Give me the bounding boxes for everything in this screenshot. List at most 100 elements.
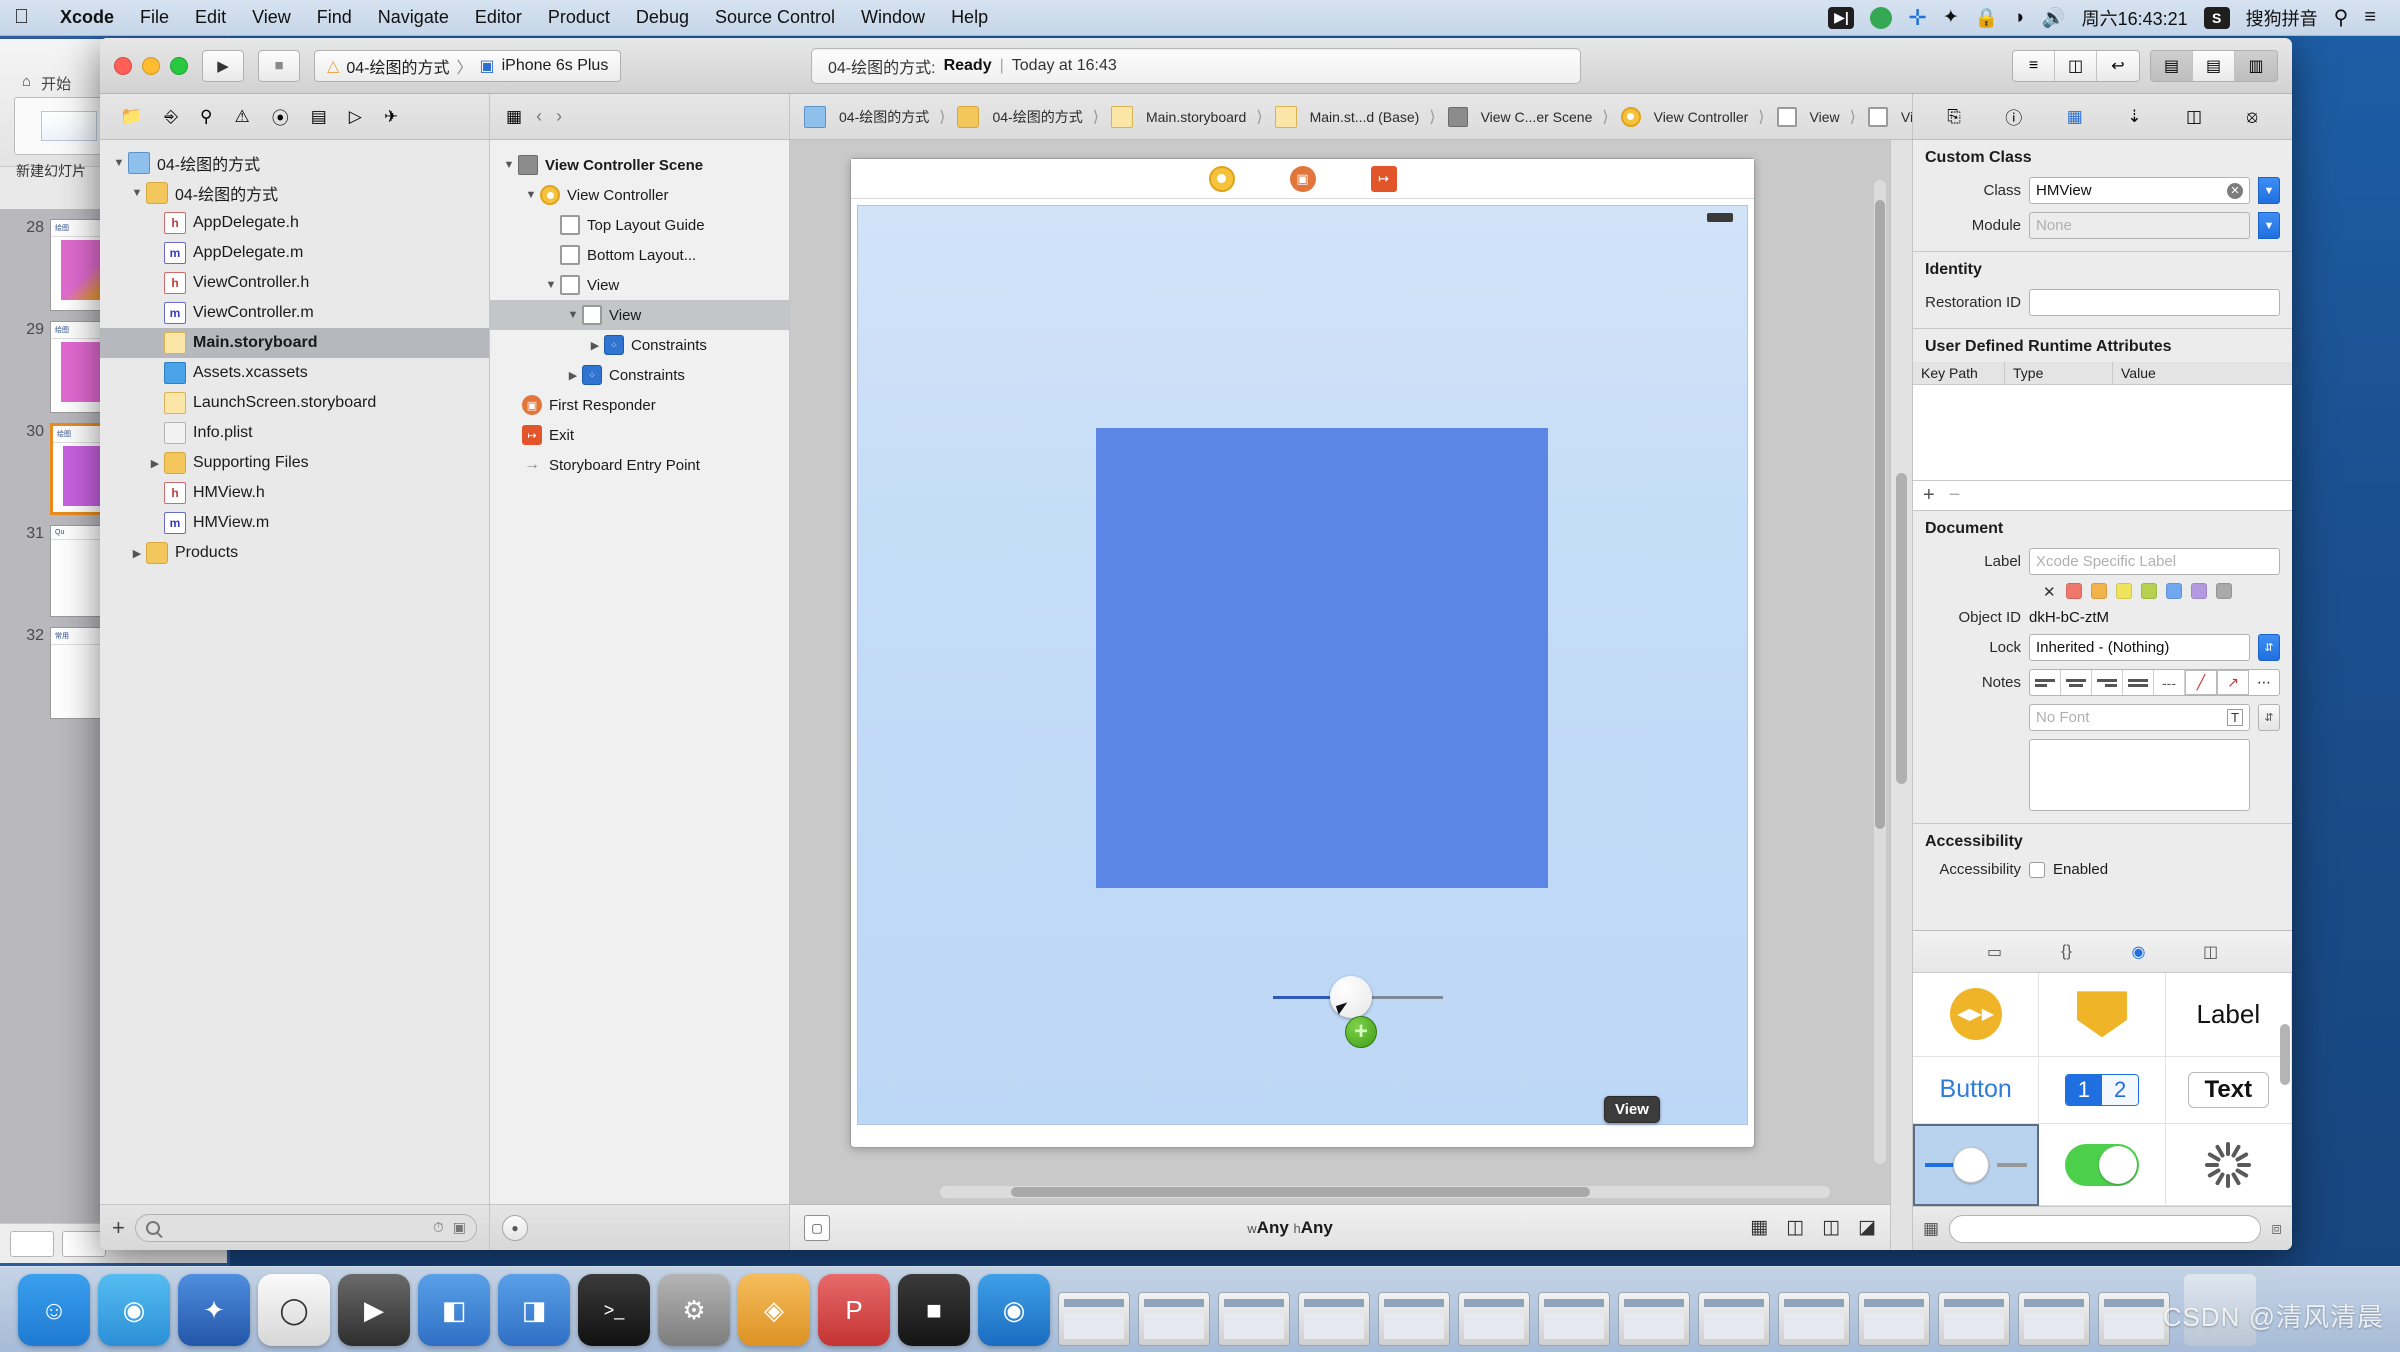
- accessibility-row[interactable]: Accessibility Enabled: [1913, 857, 2292, 882]
- outline-grid-icon[interactable]: ▦: [506, 107, 522, 127]
- class-input[interactable]: HMView ✕: [2029, 177, 2250, 204]
- library-resize-icon[interactable]: ⧈: [2271, 1219, 2282, 1239]
- dock-window-thumbnail[interactable]: [1138, 1292, 1210, 1346]
- line-spacing-icon[interactable]: ---: [2154, 670, 2185, 695]
- window-controls[interactable]: [114, 56, 188, 75]
- notes-textarea[interactable]: [2029, 739, 2250, 811]
- scene-dock[interactable]: ▣ ↦: [851, 159, 1754, 199]
- wifi-icon[interactable]: ◗: [2014, 7, 2025, 29]
- menu-item-edit[interactable]: Edit: [182, 7, 239, 28]
- restoration-id-row[interactable]: Restoration ID: [1913, 285, 2292, 320]
- swatch-blue[interactable]: [2166, 583, 2182, 599]
- disclosure-triangle-icon[interactable]: ▶: [146, 457, 164, 470]
- scheme-selector[interactable]: △ 04-绘图的方式 〉 ▣ iPhone 6s Plus: [314, 49, 622, 82]
- notes-font-field[interactable]: No Font T: [2029, 704, 2250, 731]
- align-icon[interactable]: ◫: [1786, 1216, 1804, 1239]
- canvas-footer-bar[interactable]: ▢ wAny hAny ▦ ◫ ◫ ◪: [790, 1204, 1890, 1250]
- no-color-icon[interactable]: ✕: [2043, 583, 2057, 601]
- lock-stepper-icon[interactable]: ⇵: [2258, 634, 2280, 661]
- titlebar-right-controls[interactable]: ≡ ◫ ↩ ▤ ▤ ▥: [2012, 49, 2278, 82]
- view-controller-dock-icon[interactable]: [1208, 165, 1235, 192]
- inspector-content[interactable]: Custom Class Class HMView ✕ ▼ Module Non…: [1913, 140, 2292, 930]
- tree-row-viewcontroller-h[interactable]: h ViewController.h: [100, 268, 489, 298]
- tree-row-assets[interactable]: Assets.xcassets: [100, 358, 489, 388]
- breadcrumb-view-outer[interactable]: View ⟩: [1773, 106, 1864, 127]
- notes-font-row[interactable]: No Font T ⇵: [1913, 700, 2292, 735]
- auto-layout-icon[interactable]: ▦: [1750, 1216, 1768, 1239]
- library-object-grid[interactable]: ◀▶▶ Label Button 12 Text: [1913, 973, 2292, 1206]
- clock-icon[interactable]: ⏱: [433, 1219, 444, 1236]
- identity-inspector-icon[interactable]: ▦: [2067, 107, 2083, 127]
- dock-window-thumbnail[interactable]: [1698, 1292, 1770, 1346]
- library-item-slider[interactable]: [1913, 1124, 2040, 1206]
- quick-help-icon[interactable]: ⓘ: [2005, 104, 2022, 129]
- dock-window-thumbnail[interactable]: [1618, 1292, 1690, 1346]
- standard-editor-button[interactable]: ≡: [2013, 50, 2055, 81]
- tree-row-appdelegate-m[interactable]: m AppDelegate.m: [100, 238, 489, 268]
- project-file-tree[interactable]: ▼ 04-绘图的方式 ▼ 04-绘图的方式 h AppDelegate.h m AppD…: [100, 140, 489, 1204]
- connections-inspector-icon[interactable]: ⦻: [2246, 107, 2257, 127]
- align-justify-icon[interactable]: [2123, 670, 2154, 695]
- interface-builder-canvas-area[interactable]: ▣ ↦ + ▢ wAny hAny ▦ ◫ ◫ ◪: [790, 140, 1890, 1250]
- size-class-indicator[interactable]: wAny hAny: [1247, 1218, 1333, 1238]
- minimize-button[interactable]: [142, 56, 160, 75]
- library-item-label[interactable]: Label: [2165, 973, 2292, 1057]
- canvas-vertical-scrollbar[interactable]: [1874, 180, 1886, 1164]
- library-item-activity-indicator[interactable]: [2165, 1124, 2292, 1206]
- menu-item-xcode[interactable]: Xcode: [47, 7, 127, 28]
- breadcrumb-project[interactable]: 04-绘图的方式 ⟩: [800, 105, 953, 128]
- module-row[interactable]: Module None ▼: [1913, 208, 2292, 243]
- macos-menu-bar[interactable]:  Xcode File Edit View Find Navigate Edi…: [0, 0, 2400, 36]
- run-button[interactable]: ▶: [202, 49, 244, 82]
- editor-vertical-scrollbar[interactable]: [1890, 140, 1912, 1250]
- dock-icon-sketch[interactable]: ◈: [738, 1274, 810, 1346]
- breakpoint-navigator-icon[interactable]: ▷: [349, 107, 362, 127]
- file-inspector-icon[interactable]: ⎘: [1947, 107, 1961, 127]
- dock-icon-media-app[interactable]: ◉: [978, 1274, 1050, 1346]
- source-control-navigator-icon[interactable]: ⎆: [164, 107, 178, 127]
- add-file-button[interactable]: +: [112, 1215, 125, 1241]
- outline-row-scene[interactable]: ▼ View Controller Scene: [490, 150, 789, 180]
- tree-row-products[interactable]: ▶ Products: [100, 538, 489, 568]
- scrollbar-thumb[interactable]: [1896, 473, 1907, 784]
- lock-row[interactable]: Lock Inherited - (Nothing) ⇵: [1913, 630, 2292, 665]
- disclosure-triangle-icon[interactable]: ▶: [128, 547, 146, 560]
- module-input[interactable]: None: [2029, 212, 2250, 239]
- file-template-library-icon[interactable]: ▭: [1982, 939, 2008, 965]
- dock-icon-terminal[interactable]: >_: [578, 1274, 650, 1346]
- tree-row-supporting-files[interactable]: ▶ Supporting Files: [100, 448, 489, 478]
- library-scrollbar[interactable]: [2280, 1024, 2290, 1085]
- outline-row-view-controller[interactable]: ▼ View Controller: [490, 180, 789, 210]
- ime-badge-icon[interactable]: S: [2203, 6, 2230, 29]
- tree-row-viewcontroller-m[interactable]: m ViewController.m: [100, 298, 489, 328]
- library-item-video-player[interactable]: ◀▶▶: [1913, 973, 2040, 1057]
- attributes-inspector-icon[interactable]: ⇣: [2127, 107, 2141, 127]
- notes-format-toolbar[interactable]: --- ╱ ↗ ⋯: [2029, 669, 2280, 696]
- add-runtime-attribute-button[interactable]: +: [1923, 484, 1935, 507]
- outline-row-constraints-inner[interactable]: ▶ ⁘ Constraints: [490, 330, 789, 360]
- tree-row-appdelegate-h[interactable]: h AppDelegate.h: [100, 208, 489, 238]
- tree-row-group[interactable]: ▼ 04-绘图的方式: [100, 178, 489, 208]
- menu-item-find[interactable]: Find: [304, 7, 365, 28]
- dock-window-thumbnail[interactable]: [1938, 1292, 2010, 1346]
- project-navigator[interactable]: ▼ 04-绘图的方式 ▼ 04-绘图的方式 h AppDelegate.h m AppD…: [100, 140, 490, 1250]
- menu-item-navigate[interactable]: Navigate: [365, 7, 462, 28]
- symbol-navigator-icon[interactable]: ⚲: [200, 107, 212, 127]
- breadcrumb-group[interactable]: 04-绘图的方式 ⟩: [953, 105, 1106, 128]
- auto-layout-controls[interactable]: ▦ ◫ ◫ ◪: [1750, 1216, 1876, 1239]
- swatch-green[interactable]: [2141, 583, 2157, 599]
- runtime-attributes-table[interactable]: [1913, 385, 2292, 481]
- view-toggle-segment[interactable]: ▤ ▤ ▥: [2150, 49, 2278, 82]
- breadcrumb-base-locale[interactable]: Main.st...d (Base) ⟩: [1271, 105, 1444, 128]
- close-button[interactable]: [114, 56, 132, 75]
- disclosure-triangle-icon[interactable]: ▼: [522, 189, 540, 201]
- menu-item-product[interactable]: Product: [535, 7, 623, 28]
- plus-icon[interactable]: ✛: [1908, 5, 1926, 31]
- dock-window-thumbnail[interactable]: [1058, 1292, 1130, 1346]
- scheme-name[interactable]: 04-绘图的方式: [346, 54, 449, 78]
- remove-runtime-attribute-button[interactable]: −: [1949, 484, 1961, 507]
- green-status-icon[interactable]: [1870, 6, 1893, 29]
- swatch-purple[interactable]: [2191, 583, 2207, 599]
- align-left-icon[interactable]: [2030, 670, 2061, 695]
- scrollbar-thumb[interactable]: [1011, 1187, 1590, 1197]
